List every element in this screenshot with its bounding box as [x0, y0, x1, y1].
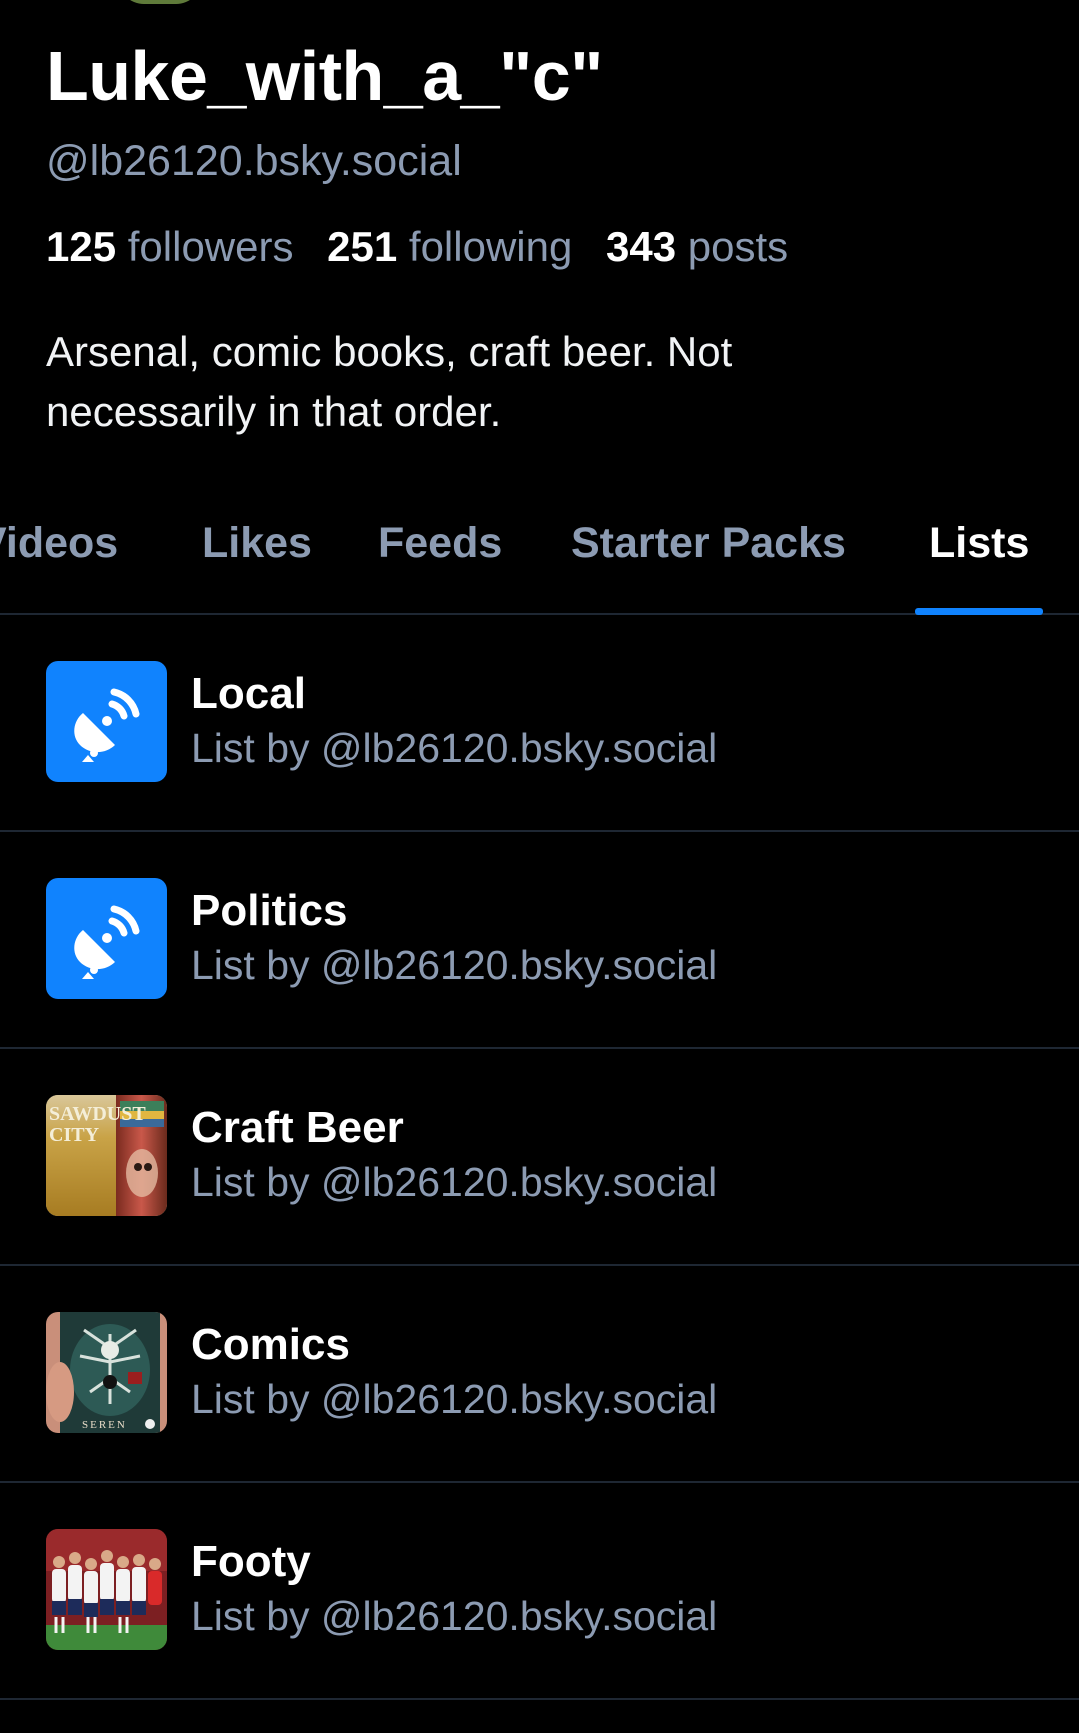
following-label: following [408, 223, 573, 270]
svg-text:CITY: CITY [49, 1124, 100, 1146]
list-avatar [46, 878, 167, 999]
tab-feeds[interactable]: Feeds [378, 518, 502, 568]
posts-stat: 343 posts [606, 223, 788, 270]
list-avatar [46, 661, 167, 782]
tab-likes[interactable]: Likes [202, 518, 312, 568]
followers-stat[interactable]: 125 followers [46, 223, 293, 270]
followers-count: 125 [46, 223, 117, 270]
list-item-comics[interactable]: SEREN Comics List by @lb26120.bsky.socia… [0, 1266, 1079, 1483]
comic-cover-photo: SEREN [46, 1312, 167, 1433]
list-avatar: SEREN [46, 1312, 167, 1433]
profile-stats: 125 followers 251 following 343 posts [46, 222, 810, 272]
list-title: Footy [191, 1537, 311, 1586]
list-item-politics[interactable]: Politics List by @lb26120.bsky.social [0, 832, 1079, 1049]
list-title: Local [191, 669, 306, 718]
list-title: Comics [191, 1320, 350, 1369]
profile-tabs: Videos Likes Feeds Starter Packs Lists [0, 492, 1079, 615]
followers-label: followers [127, 223, 294, 270]
beer-can-photo: SAWDUST CITY [46, 1095, 167, 1216]
list-subtitle: List by @lb26120.bsky.social [191, 942, 718, 988]
following-count: 251 [327, 223, 398, 270]
profile-handle: @lb26120.bsky.social [46, 137, 462, 185]
svg-text:SEREN: SEREN [82, 1419, 127, 1431]
profile-bio: Arsenal, comic books, craft beer. Not ne… [46, 328, 733, 435]
list-item-local[interactable]: Local List by @lb26120.bsky.social [0, 615, 1079, 832]
profile-avatar[interactable] [118, 0, 202, 4]
satellite-dish-icon [74, 688, 140, 762]
list-title: Politics [191, 886, 348, 935]
tab-lists[interactable]: Lists [929, 518, 1029, 568]
list-subtitle: List by @lb26120.bsky.social [191, 1593, 718, 1639]
list-subtitle: List by @lb26120.bsky.social [191, 1159, 718, 1205]
posts-label: posts [687, 223, 789, 270]
satellite-dish-icon [74, 905, 140, 979]
following-stat[interactable]: 251 following [327, 223, 572, 270]
list-subtitle: List by @lb26120.bsky.social [191, 725, 718, 771]
active-tab-indicator [915, 608, 1043, 615]
list-avatar [46, 1529, 167, 1650]
display-name: Luke_with_a_"c" [46, 37, 603, 115]
tab-starter-packs[interactable]: Starter Packs [571, 518, 846, 568]
list-title: Craft Beer [191, 1103, 404, 1152]
svg-text:SAWDUST: SAWDUST [49, 1103, 146, 1125]
tab-videos[interactable]: Videos [0, 518, 118, 568]
posts-count: 343 [606, 223, 677, 270]
list-item-footy[interactable]: Footy List by @lb26120.bsky.social [0, 1483, 1079, 1700]
list-avatar: SAWDUST CITY [46, 1095, 167, 1216]
list-item-craft-beer[interactable]: SAWDUST CITY Craft Beer List by @lb26120… [0, 1049, 1079, 1266]
list-subtitle: List by @lb26120.bsky.social [191, 1376, 718, 1422]
football-team-photo [46, 1529, 167, 1650]
